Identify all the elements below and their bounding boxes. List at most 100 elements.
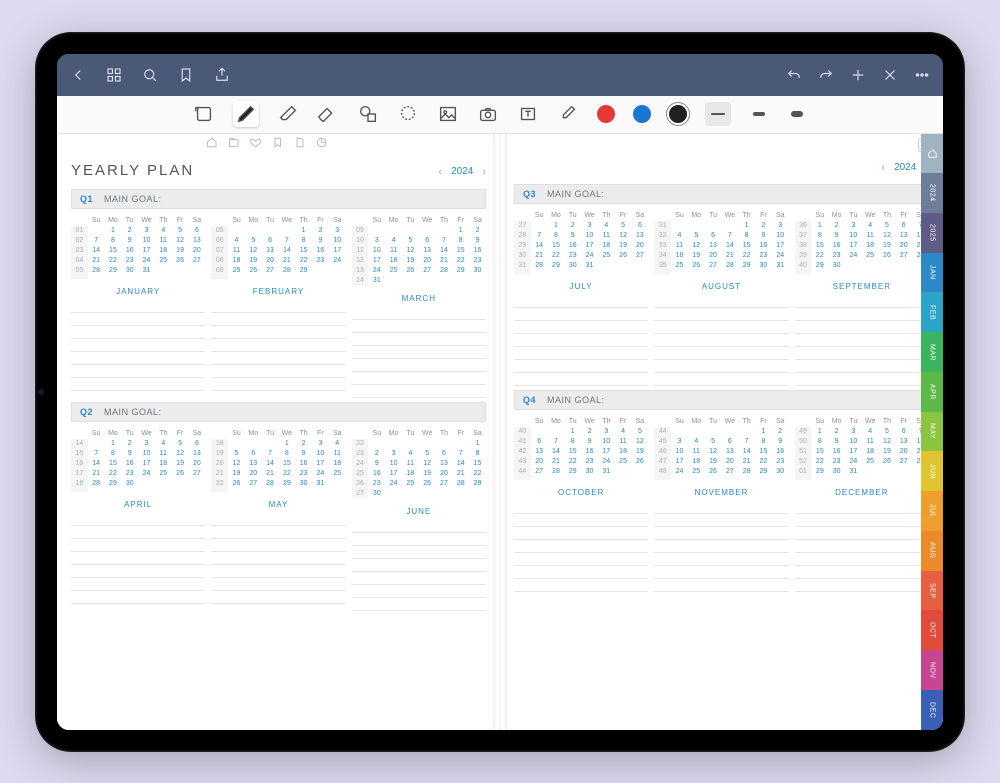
sidetab-home[interactable] [921, 134, 943, 174]
year-next-icon[interactable]: › [482, 166, 486, 178]
sidetab-2025[interactable]: 2025 [921, 213, 943, 253]
month-block: SuMoTuWeThFrSa44124534567894610111213141… [654, 416, 788, 592]
sidetab-may[interactable]: MAY [921, 412, 943, 452]
heart-icon[interactable] [249, 136, 262, 154]
month-name[interactable]: DECEMBER [795, 480, 929, 501]
sidetab-jan[interactable]: JAN [921, 253, 943, 293]
month-notes[interactable] [71, 513, 205, 604]
highlighter-icon[interactable] [317, 103, 339, 125]
back-icon[interactable] [69, 66, 87, 84]
bookmark-icon[interactable] [177, 66, 195, 84]
redo-icon[interactable] [817, 66, 835, 84]
year-value[interactable]: 2024 [894, 162, 916, 173]
month-notes[interactable] [352, 520, 486, 611]
month-notes[interactable] [654, 295, 788, 386]
calendar-grid[interactable]: SuMoTuWeThFrSa14123456157891011121316141… [71, 428, 205, 492]
calendar-grid[interactable]: SuMoTuWeThFrSa01123456027891011121303141… [71, 215, 205, 279]
month-name[interactable]: FEBRUARY [211, 279, 345, 300]
sidetab-aug[interactable]: AUG [921, 531, 943, 571]
sidetab-oct[interactable]: OCT [921, 610, 943, 650]
eraser-icon[interactable] [277, 103, 299, 125]
sidetab-jul[interactable]: JUL [921, 491, 943, 531]
month-name[interactable]: JANUARY [71, 279, 205, 300]
camera-dot [38, 389, 44, 395]
more-icon[interactable] [913, 66, 931, 84]
shapes-icon[interactable] [357, 103, 379, 125]
sidetab-apr[interactable]: APR [921, 372, 943, 412]
lasso-icon[interactable] [397, 103, 419, 125]
months-row: SuMoTuWeThFrSa14123456157891011121316141… [57, 428, 500, 611]
screen: YEARLY PLAN ‹ 2024 › Q1 MAIN GOAL: SuMoT… [57, 54, 943, 730]
sidetab-sep[interactable]: SEP [921, 571, 943, 611]
calendar-grid[interactable]: SuMoTuWeThFrSa36123456737891011121314381… [795, 210, 929, 274]
pen-tool-icon[interactable] [233, 101, 259, 127]
month-notes[interactable] [514, 501, 648, 592]
share-icon[interactable] [213, 66, 231, 84]
close-icon[interactable] [881, 66, 899, 84]
calendar-grid[interactable]: SuMoTuWeThFrSa27123456287891011121329141… [514, 210, 648, 274]
folder-icon[interactable] [227, 136, 240, 154]
year-prev-icon[interactable]: ‹ [438, 166, 442, 178]
month-name[interactable]: AUGUST [654, 274, 788, 295]
month-notes[interactable] [795, 295, 929, 386]
month-notes[interactable] [71, 300, 205, 391]
pie-icon[interactable] [315, 136, 328, 154]
calendar-grid[interactable]: SuMoTuWeThFrSa05123064567891007111213141… [211, 215, 345, 279]
month-name[interactable]: JUNE [352, 499, 486, 520]
month-name[interactable]: MAY [211, 492, 345, 513]
calendar-grid[interactable]: SuMoTuWeThFrSa22123234567824910111213141… [352, 428, 486, 499]
month-name[interactable]: MARCH [352, 286, 486, 307]
year-prev-icon[interactable]: ‹ [881, 162, 885, 174]
home-icon[interactable] [205, 136, 218, 154]
tablet-frame: YEARLY PLAN ‹ 2024 › Q1 MAIN GOAL: SuMoT… [35, 32, 965, 752]
stroke-thin[interactable] [705, 102, 731, 126]
calendar-grid[interactable]: SuMoTuWeThFrSa49123456750891011121314511… [795, 416, 929, 480]
month-name[interactable]: JULY [514, 274, 648, 295]
add-icon[interactable] [849, 66, 867, 84]
search-icon[interactable] [141, 66, 159, 84]
month-block: SuMoTuWeThFrSa01123456027891011121303141… [71, 215, 205, 398]
calendar-grid[interactable]: SuMoTuWeThFrSa44124534567894610111213141… [654, 416, 788, 480]
stroke-med[interactable] [749, 102, 769, 126]
calendar-grid[interactable]: SuMoTuWeThFrSa31123324567891033111213141… [654, 210, 788, 274]
color-blue[interactable] [633, 105, 651, 123]
grid-icon[interactable] [105, 66, 123, 84]
drawing-toolbar [57, 96, 943, 134]
calendar-grid[interactable]: SuMoTuWeThFrSa09121034567891110111213141… [352, 215, 486, 286]
year-value[interactable]: 2024 [451, 166, 473, 177]
month-notes[interactable] [211, 513, 345, 604]
month-block: SuMoTuWeThFrSa18123419567891011201213141… [211, 428, 345, 611]
color-red[interactable] [597, 105, 615, 123]
text-icon[interactable] [517, 103, 539, 125]
quarter-header: Q3 MAIN GOAL: [514, 184, 929, 204]
eyedropper-icon[interactable] [557, 103, 579, 125]
undo-icon[interactable] [785, 66, 803, 84]
image-icon[interactable] [437, 103, 459, 125]
stroke-thick[interactable] [787, 102, 807, 126]
bookmark-mini-icon[interactable] [271, 136, 284, 154]
color-black[interactable] [669, 105, 687, 123]
month-notes[interactable] [352, 307, 486, 398]
month-notes[interactable] [514, 295, 648, 386]
sidetab-jun[interactable]: JUN [921, 451, 943, 491]
calendar-grid[interactable]: SuMoTuWeThFrSa40123454167891011124213141… [514, 416, 648, 480]
screen-rotate-icon[interactable] [193, 103, 215, 125]
sidetab-feb[interactable]: FEB [921, 292, 943, 332]
month-name[interactable]: OCTOBER [514, 480, 648, 501]
month-notes[interactable] [211, 300, 345, 391]
month-notes[interactable] [795, 501, 929, 592]
goal-label: MAIN GOAL: [547, 395, 605, 405]
month-name[interactable]: APRIL [71, 492, 205, 513]
sidetab-dec[interactable]: DEC [921, 690, 943, 730]
month-notes[interactable] [654, 501, 788, 592]
doc-icon[interactable] [293, 136, 306, 154]
month-name[interactable]: NOVEMBER [654, 480, 788, 501]
camera-icon[interactable] [477, 103, 499, 125]
month-block: SuMoTuWeThFrSa09121034567891110111213141… [352, 215, 486, 398]
sidetab-2024[interactable]: 2024 [921, 173, 943, 213]
month-name[interactable]: SEPTEMBER [795, 274, 929, 295]
calendar-grid[interactable]: SuMoTuWeThFrSa18123419567891011201213141… [211, 428, 345, 492]
sidetab-mar[interactable]: MAR [921, 332, 943, 372]
sidetab-nov[interactable]: NOV [921, 650, 943, 690]
page-left: YEARLY PLAN ‹ 2024 › Q1 MAIN GOAL: SuMoT… [57, 134, 500, 730]
